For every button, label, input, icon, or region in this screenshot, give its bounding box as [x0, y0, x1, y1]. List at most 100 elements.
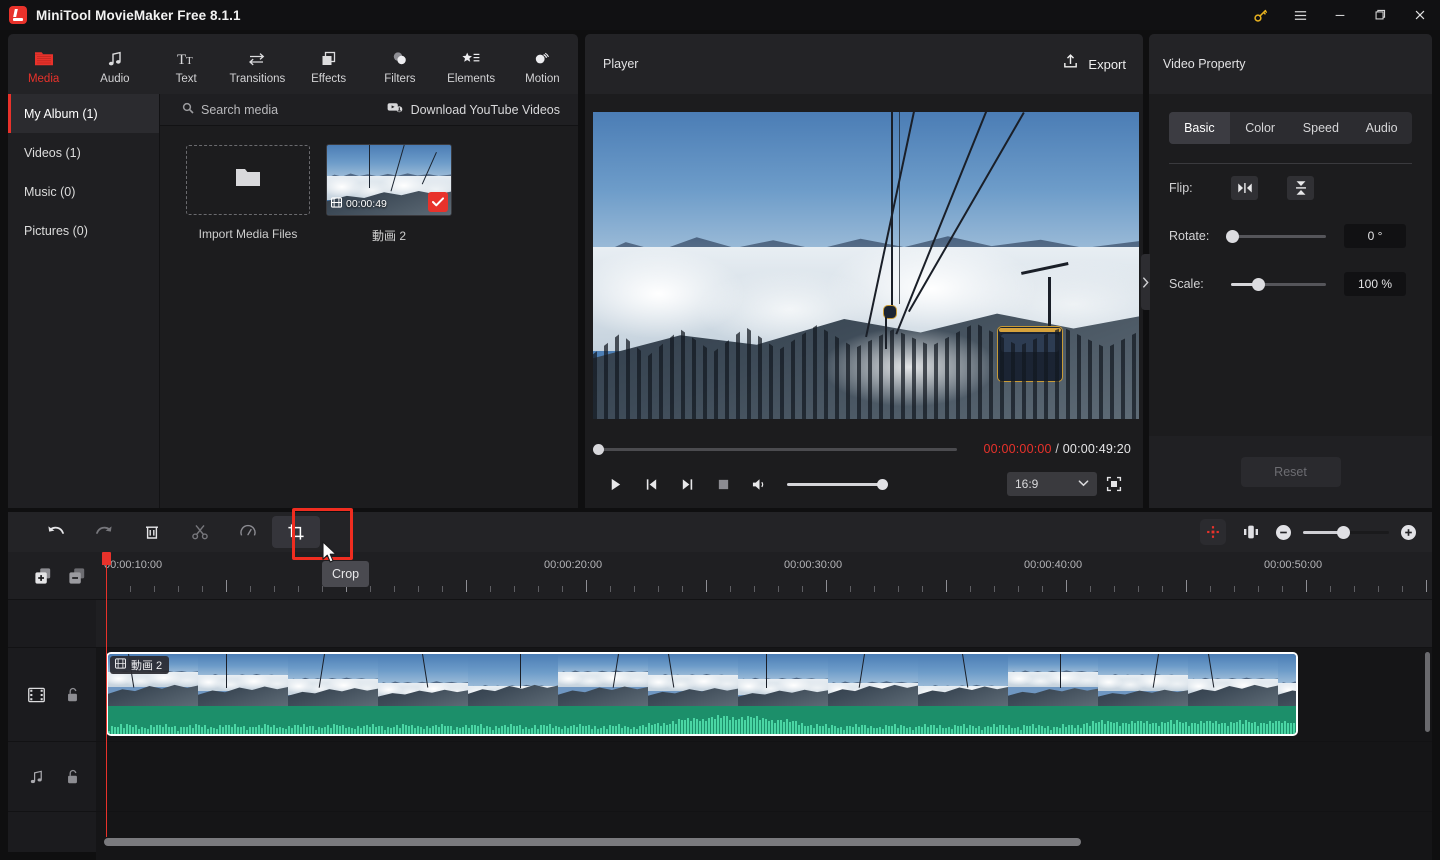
close-icon[interactable]: [1400, 0, 1440, 30]
tab-transitions[interactable]: Transitions: [222, 34, 293, 94]
audio-track-unlock-icon[interactable]: [65, 769, 80, 785]
add-track-icon[interactable]: [34, 567, 52, 585]
player-title: Player: [603, 57, 638, 71]
clip-thumbnail-frame: [468, 654, 558, 706]
menu-icon[interactable]: [1280, 0, 1320, 30]
volume-slider[interactable]: [787, 483, 883, 486]
audio-track-icon[interactable]: [28, 769, 45, 785]
media-thumbnail[interactable]: 00:00:49: [327, 145, 451, 215]
empty-track[interactable]: [96, 600, 1432, 648]
stop-button[interactable]: [705, 470, 741, 498]
preview-stage[interactable]: [593, 112, 1139, 419]
maximize-icon[interactable]: [1360, 0, 1400, 30]
ruler-tick: [1210, 586, 1211, 592]
keyframe-marker-icon[interactable]: [1200, 519, 1226, 545]
tab-basic[interactable]: Basic: [1169, 112, 1230, 144]
collapse-panel-button[interactable]: [1141, 254, 1150, 310]
ruler-tick: [1306, 580, 1307, 592]
timeline-empty-area[interactable]: [96, 812, 1432, 860]
zoom-knob[interactable]: [1337, 526, 1350, 539]
tab-audio[interactable]: Audio: [79, 34, 150, 94]
video-clip-icon: [115, 658, 126, 672]
ruler-tick: [970, 586, 971, 592]
media-selected-check[interactable]: [428, 192, 448, 212]
flip-vertical-icon[interactable]: [1287, 176, 1314, 200]
rotate-knob[interactable]: [1226, 230, 1239, 243]
search-input[interactable]: Search media: [160, 102, 278, 117]
tab-audio[interactable]: Audio: [1351, 112, 1412, 144]
album-item-my-album[interactable]: My Album (1): [8, 94, 159, 133]
split-button[interactable]: [176, 516, 224, 548]
import-media-cell[interactable]: Import Media Files: [186, 145, 310, 244]
album-label: Music (0): [24, 185, 75, 199]
video-track-icon[interactable]: [28, 687, 45, 703]
zoom-in-button[interactable]: [1401, 525, 1416, 540]
zoom-out-button[interactable]: [1276, 525, 1291, 540]
player-progress-slider[interactable]: [597, 448, 957, 451]
tab-color[interactable]: Color: [1230, 112, 1291, 144]
export-button[interactable]: Export: [1062, 53, 1126, 75]
tab-motion[interactable]: Motion: [507, 34, 578, 94]
reset-button[interactable]: Reset: [1241, 457, 1341, 487]
timeline-clip[interactable]: 動画 2: [106, 652, 1298, 736]
rotate-slider[interactable]: [1231, 235, 1326, 238]
timeline-vertical-scrollbar[interactable]: [1425, 652, 1430, 732]
tab-effects[interactable]: Effects: [293, 34, 364, 94]
video-track[interactable]: 動画 2: [96, 648, 1432, 742]
detach-audio-icon[interactable]: [1238, 519, 1264, 545]
audio-track[interactable]: [96, 742, 1432, 812]
tab-text[interactable]: TT Text: [151, 34, 222, 94]
undo-button[interactable]: [32, 516, 80, 548]
progress-knob[interactable]: [593, 444, 604, 455]
scale-slider[interactable]: [1231, 283, 1326, 286]
key-icon[interactable]: [1240, 0, 1280, 30]
ruler-tick: [826, 580, 827, 592]
previous-frame-button[interactable]: [633, 470, 669, 498]
motion-icon: [533, 48, 551, 68]
video-track-unlock-icon[interactable]: [65, 687, 80, 703]
delete-button[interactable]: [128, 516, 176, 548]
ruler-label: 00:00:40:00: [1024, 559, 1082, 571]
tab-speed[interactable]: Speed: [1291, 112, 1352, 144]
property-tabs: Basic Color Speed Audio: [1169, 112, 1412, 144]
ruler-tick: [514, 586, 515, 592]
timeline-horizontal-scrollbar-track[interactable]: [104, 838, 1424, 848]
svg-text:T: T: [177, 52, 186, 68]
media-item[interactable]: 00:00:49 動画 2: [327, 145, 451, 244]
import-media-dropzone[interactable]: [186, 145, 310, 215]
aspect-ratio-select[interactable]: 16:9: [1007, 472, 1097, 496]
player-time-readout: 00:00:00:00 / 00:00:49:20: [983, 442, 1131, 456]
gutter-spacer: [8, 600, 96, 648]
timeline-ruler[interactable]: 00:00:10:00 00:00:20:00 00:00:30:00 00:0…: [96, 552, 1432, 600]
album-item-music[interactable]: Music (0): [8, 172, 159, 211]
next-frame-button[interactable]: [669, 470, 705, 498]
minimize-icon[interactable]: [1320, 0, 1360, 30]
rotate-value[interactable]: 0 °: [1344, 224, 1406, 248]
timeline-zoom-slider[interactable]: [1303, 531, 1389, 534]
playhead[interactable]: [106, 552, 107, 837]
speed-button[interactable]: [224, 516, 272, 548]
album-item-videos[interactable]: Videos (1): [8, 133, 159, 172]
tab-media[interactable]: Media: [8, 34, 79, 94]
scale-knob[interactable]: [1252, 278, 1265, 291]
redo-button[interactable]: [80, 516, 128, 548]
volume-button[interactable]: [741, 470, 777, 498]
download-youtube-button[interactable]: Download YouTube Videos: [387, 101, 560, 119]
album-item-pictures[interactable]: Pictures (0): [8, 211, 159, 250]
tab-filters[interactable]: Filters: [364, 34, 435, 94]
ruler-label: 00:00:50:00: [1264, 559, 1322, 571]
fullscreen-icon[interactable]: [1097, 470, 1131, 498]
flip-horizontal-icon[interactable]: [1231, 176, 1258, 200]
timeline-horizontal-scrollbar-thumb[interactable]: [104, 838, 1081, 846]
tab-elements[interactable]: Elements: [436, 34, 507, 94]
album-label: My Album (1): [24, 107, 98, 121]
elements-icon: [461, 48, 481, 68]
play-button[interactable]: [597, 470, 633, 498]
playhead-handle[interactable]: [102, 552, 111, 565]
volume-knob[interactable]: [877, 479, 888, 490]
scale-value[interactable]: 100 %: [1344, 272, 1406, 296]
player-progress-row: 00:00:00:00 / 00:00:49:20: [585, 434, 1143, 464]
remove-track-icon[interactable]: [68, 567, 86, 585]
ruler-label: 00:00:30:00: [784, 559, 842, 571]
crop-button[interactable]: [272, 516, 320, 548]
